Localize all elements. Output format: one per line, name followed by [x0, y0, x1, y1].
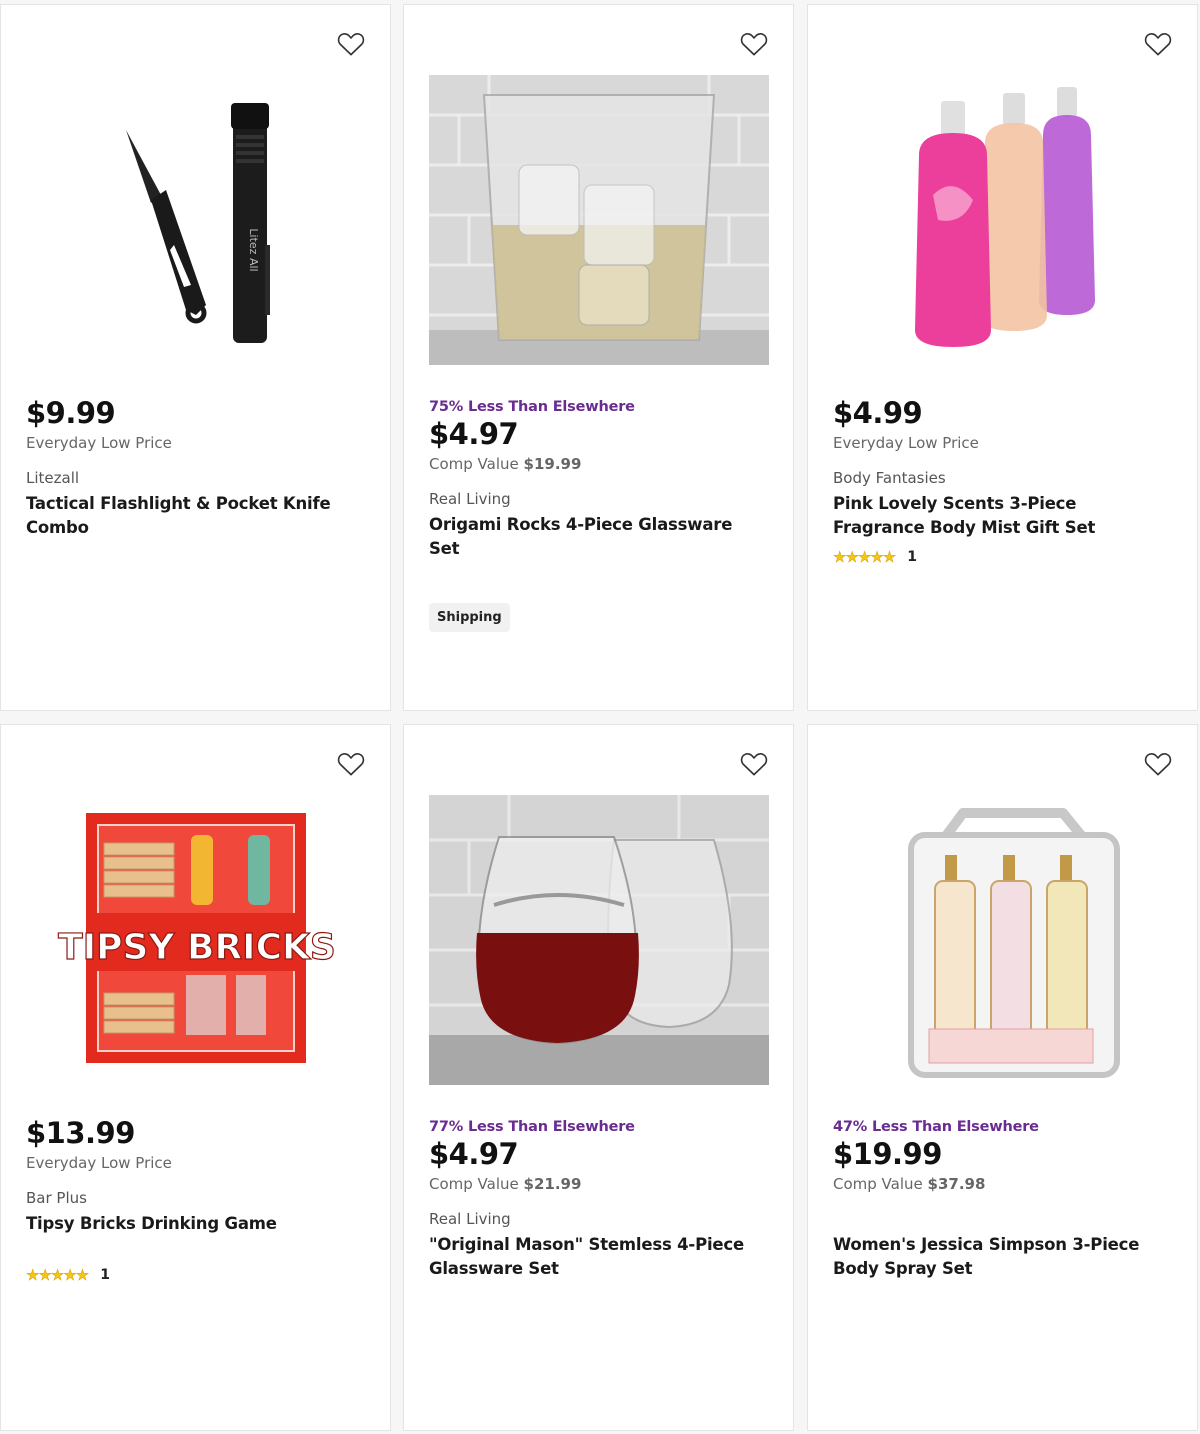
product-title[interactable]: "Original Mason" Stemless 4-Piece Glassw… [429, 1233, 768, 1281]
product-card[interactable]: 47% Less Than Elsewhere $19.99 Comp Valu… [807, 724, 1198, 1431]
price: $4.97 [429, 417, 519, 451]
tipsy-bricks-box-image[interactable]: TIPSY BRICKS [26, 795, 366, 1085]
heart-icon[interactable] [1143, 29, 1173, 59]
brand-name: Real Living [429, 1210, 511, 1228]
brand-name: Real Living [429, 490, 511, 508]
comp-value: Comp Value $37.98 [833, 1175, 986, 1193]
price: $13.99 [26, 1116, 135, 1150]
heart-icon[interactable] [739, 749, 769, 779]
svg-text:Litez All: Litez All [247, 228, 260, 271]
product-title[interactable]: Tactical Flashlight & Pocket Knife Combo [26, 492, 365, 540]
rating-count: 1 [100, 1267, 110, 1283]
body-spray-set-image[interactable] [833, 795, 1173, 1085]
glass-tumbler-image[interactable] [429, 75, 769, 365]
product-card[interactable]: 77% Less Than Elsewhere $4.97 Comp Value… [403, 724, 794, 1431]
comp-value: Comp Value $21.99 [429, 1175, 582, 1193]
flashlight-knife-image[interactable]: Litez All [26, 75, 366, 365]
brand-name: Body Fantasies [833, 469, 946, 487]
price: $9.99 [26, 396, 116, 430]
price: $19.99 [833, 1137, 942, 1171]
rating-count: 1 [907, 549, 917, 565]
brand-name [833, 1209, 1172, 1229]
price: $4.99 [833, 396, 923, 430]
product-title[interactable]: Pink Lovely Scents 3-Piece Fragrance Bod… [833, 492, 1172, 540]
price-subtext: Everyday Low Price [26, 434, 172, 452]
star-icons: ★★★★★ [26, 1266, 90, 1285]
discount-label: 75% Less Than Elsewhere [429, 399, 635, 415]
heart-icon[interactable] [739, 29, 769, 59]
brand-name: Litezall [26, 469, 80, 487]
box-title-text: TIPSY BRICKS [58, 927, 336, 968]
price: $4.97 [429, 1137, 519, 1171]
mason-glasses-image[interactable] [429, 795, 769, 1085]
comp-value: Comp Value $19.99 [429, 455, 582, 473]
heart-icon[interactable] [1143, 749, 1173, 779]
brand-name: Bar Plus [26, 1189, 87, 1207]
discount-label: 77% Less Than Elsewhere [429, 1119, 635, 1135]
product-card[interactable]: Litez All $9.99 Everyday Low Price Litez… [0, 4, 391, 711]
product-card[interactable]: 75% Less Than Elsewhere $4.97 Comp Value… [403, 4, 794, 711]
product-card[interactable]: TIPSY BRICKS $13.99 Everyday Low Price B… [0, 724, 391, 1431]
shipping-badge: Shipping [429, 603, 510, 632]
price-subtext: Everyday Low Price [833, 434, 979, 452]
heart-icon[interactable] [336, 29, 366, 59]
product-title[interactable]: Women's Jessica Simpson 3-Piece Body Spr… [833, 1233, 1172, 1281]
body-mist-bottles-image[interactable] [833, 75, 1173, 365]
star-icons: ★★★★★ [833, 548, 897, 567]
price-subtext: Everyday Low Price [26, 1154, 172, 1172]
star-rating[interactable]: ★★★★★ 1 [26, 1266, 365, 1285]
discount-label: 47% Less Than Elsewhere [833, 1119, 1039, 1135]
heart-icon[interactable] [336, 749, 366, 779]
star-rating[interactable]: ★★★★★ 1 [833, 548, 1172, 567]
product-title[interactable]: Origami Rocks 4-Piece Glassware Set [429, 513, 768, 561]
product-card[interactable]: $4.99 Everyday Low Price Body Fantasies … [807, 4, 1198, 711]
product-title[interactable]: Tipsy Bricks Drinking Game [26, 1212, 365, 1236]
